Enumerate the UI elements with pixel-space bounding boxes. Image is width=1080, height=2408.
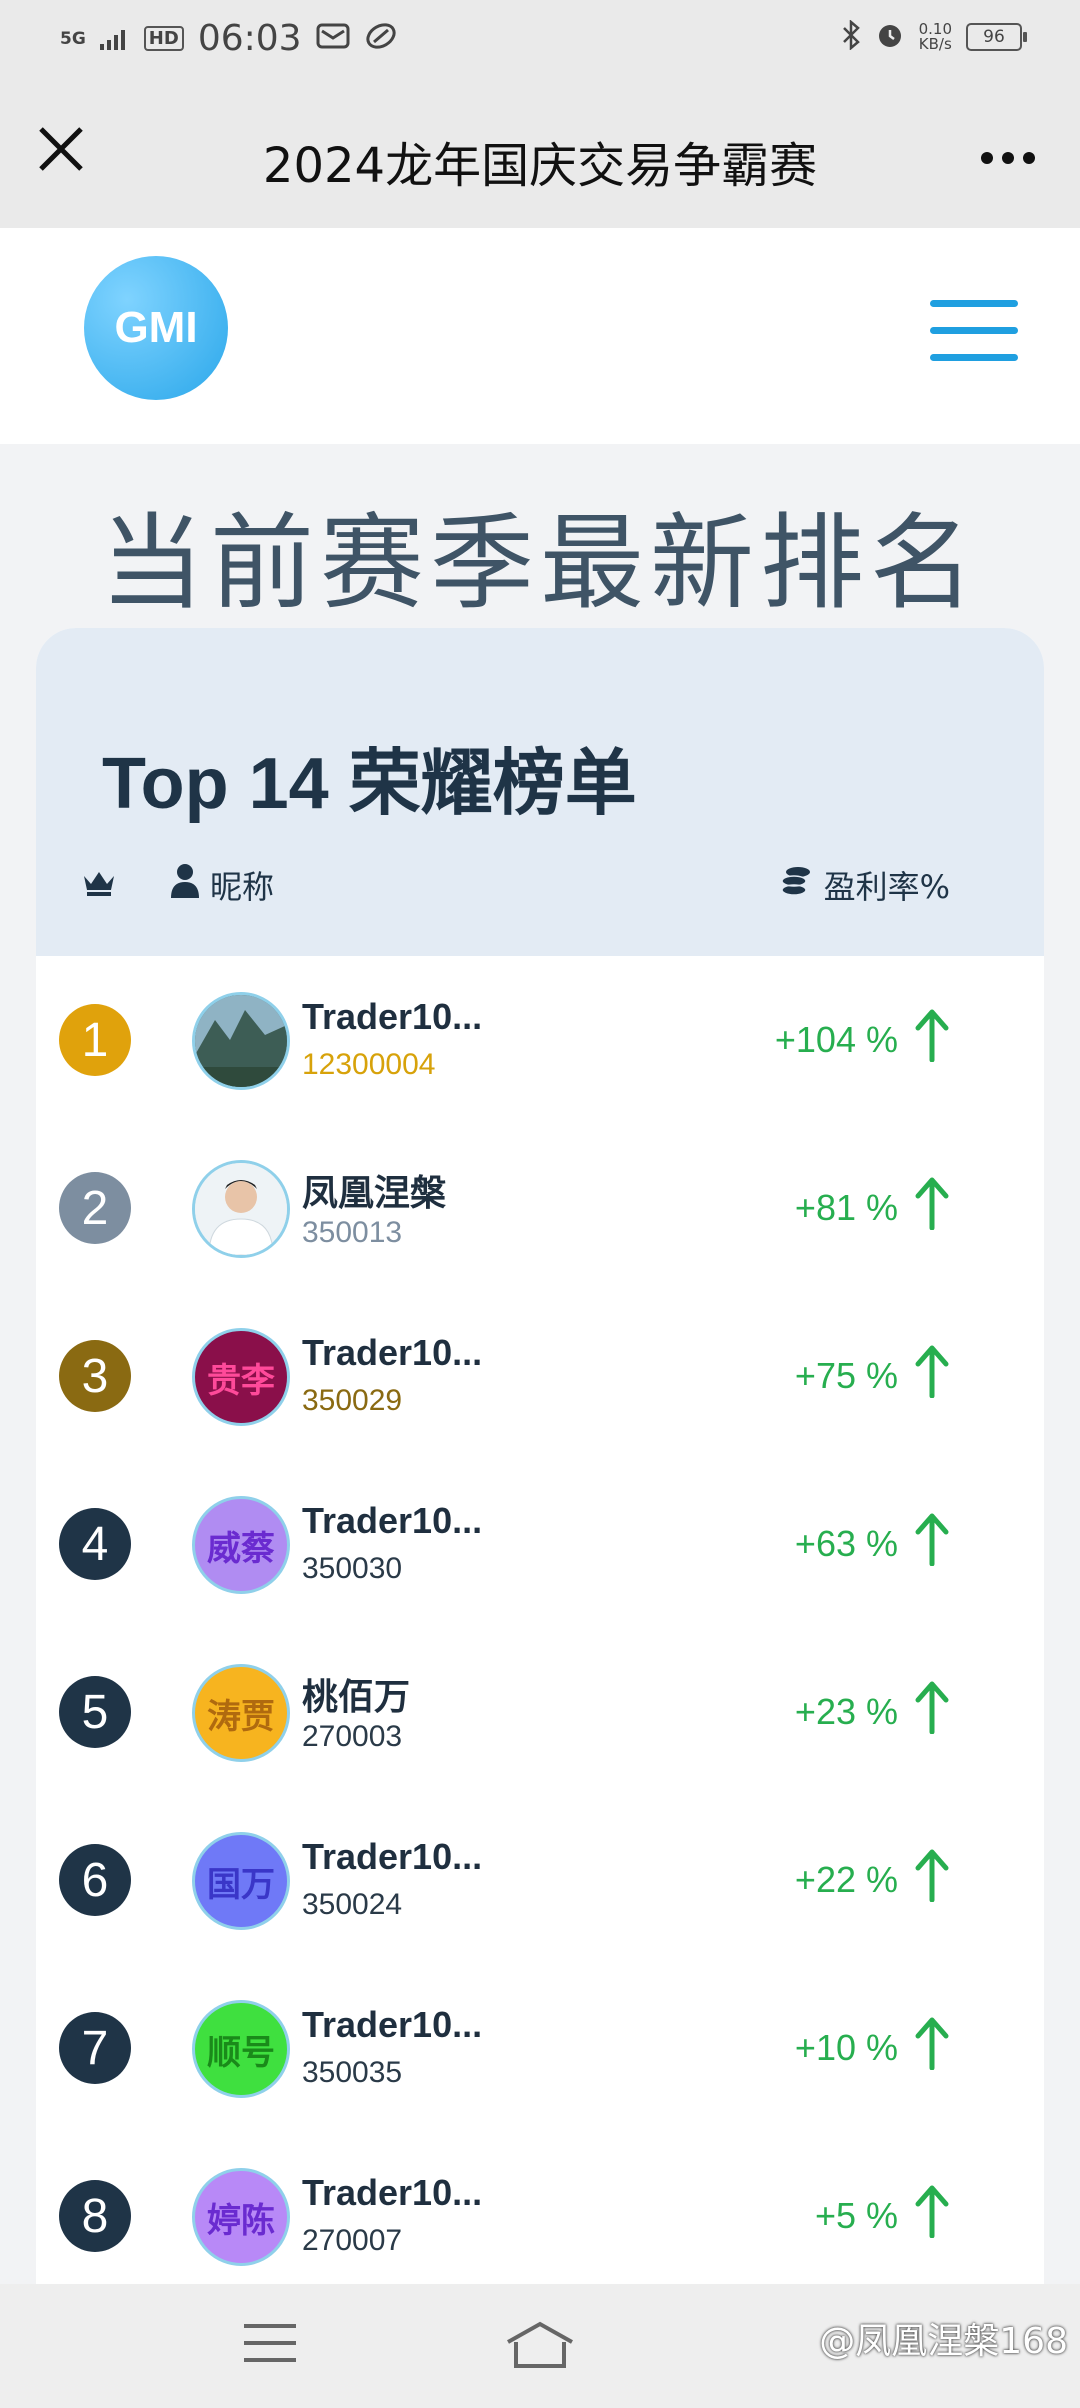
more-options-icon[interactable] xyxy=(980,134,1036,165)
profit-value: +23 % xyxy=(794,1690,898,1732)
arrow-up-icon xyxy=(914,2184,950,2247)
nickname-column-header: 昵称 xyxy=(170,862,274,908)
app-notification-icon xyxy=(364,18,398,59)
user-nickname: Trader10... xyxy=(302,2004,483,2045)
profit-column-header: 盈利率% xyxy=(780,862,950,908)
system-navigation-bar: @凤凰涅槃168 xyxy=(0,2284,1080,2408)
page-title: 2024龙年国庆交易争霸赛 xyxy=(262,138,818,194)
arrow-up-icon xyxy=(914,1344,950,1407)
hd-badge: HD xyxy=(143,26,184,51)
site-header: GMI xyxy=(0,228,1080,444)
alarm-icon xyxy=(875,20,905,54)
leaderboard-row[interactable]: 2 凤凰涅槃 350013 +81 % xyxy=(36,1124,1044,1292)
rank-badge: 3 xyxy=(59,1340,131,1412)
user-avatar[interactable] xyxy=(192,992,290,1090)
user-icon xyxy=(170,863,200,907)
crown-icon xyxy=(82,868,116,900)
user-id: 270003 xyxy=(302,1720,403,1753)
user-nickname: Trader10... xyxy=(302,2172,483,2213)
network-indicator: 5G xyxy=(60,28,86,49)
profit-rate: +22 % xyxy=(795,1848,950,1911)
arrow-up-icon xyxy=(914,1176,950,1239)
leaderboard-row[interactable]: 3 贵李 Trader10... 350029 +75 % xyxy=(36,1292,1044,1460)
user-id: 12300004 xyxy=(302,1048,436,1081)
hamburger-menu-icon[interactable] xyxy=(930,300,1018,372)
user-nickname: 桃佰万 xyxy=(302,1676,411,1717)
coins-icon xyxy=(780,865,812,905)
recent-apps-icon[interactable] xyxy=(244,2324,296,2375)
battery-icon: 96 xyxy=(966,23,1027,51)
navigation-bar: 2024龙年国庆交易争霸赛 xyxy=(0,84,1080,228)
user-avatar[interactable]: 贵李 xyxy=(192,1328,290,1426)
rank-badge: 4 xyxy=(59,1508,131,1580)
user-avatar[interactable]: 涛贾 xyxy=(192,1664,290,1762)
leaderboard-row[interactable]: 1 Trader10... 12300004 +104 % xyxy=(36,956,1044,1124)
status-bar: 5G HD 06:03 0.10 KB/s 96 xyxy=(0,0,1080,84)
user-nickname: Trader10... xyxy=(302,996,483,1037)
user-id: 350035 xyxy=(302,2056,403,2089)
profit-label: 盈利率% xyxy=(823,868,950,906)
profit-rate: +104 % xyxy=(775,1008,950,1071)
clock: 06:03 xyxy=(197,18,302,59)
profit-rate: +81 % xyxy=(795,1176,950,1239)
profit-rate: +10 % xyxy=(795,2016,950,2079)
rank-badge: 2 xyxy=(59,1172,131,1244)
section-title: 当前赛季最新排名 xyxy=(99,502,980,624)
user-id: 350013 xyxy=(302,1216,403,1249)
bluetooth-icon xyxy=(841,19,861,54)
profit-value: +75 % xyxy=(794,1354,898,1396)
rank-badge: 1 xyxy=(59,1004,131,1076)
profit-value: +104 % xyxy=(774,1018,898,1060)
user-id: 270007 xyxy=(302,2224,403,2257)
user-id: 350030 xyxy=(302,1552,403,1585)
profit-value: +22 % xyxy=(794,1858,898,1900)
rank-badge: 8 xyxy=(59,2180,131,2252)
arrow-up-icon xyxy=(914,1512,950,1575)
user-nickname: Trader10... xyxy=(302,1332,483,1373)
leaderboard-title: Top 14 荣耀榜单 xyxy=(102,744,637,824)
leaderboard-row[interactable]: 6 国万 Trader10... 350024 +22 % xyxy=(36,1796,1044,1964)
leaderboard-header: Top 14 荣耀榜单 昵称 盈利率% xyxy=(36,628,1044,956)
watermark: @凤凰涅槃168 xyxy=(819,2321,1068,2362)
leaderboard-row[interactable]: 7 顺号 Trader10... 350035 +10 % xyxy=(36,1964,1044,2132)
rank-badge: 5 xyxy=(59,1676,131,1748)
nickname-label: 昵称 xyxy=(210,868,275,906)
signal-icon xyxy=(99,18,130,59)
user-avatar[interactable]: 威蔡 xyxy=(192,1496,290,1594)
rank-badge: 7 xyxy=(59,2012,131,2084)
user-avatar[interactable]: 国万 xyxy=(192,1832,290,1930)
leaderboard-list: 1 Trader10... 12300004 +104 % 2 凤凰涅槃 350013 +81… xyxy=(36,956,1044,2300)
user-nickname: Trader10... xyxy=(302,1836,483,1877)
profit-rate: +23 % xyxy=(795,1680,950,1743)
profit-value: +81 % xyxy=(794,1186,898,1228)
network-speed: 0.10 KB/s xyxy=(918,20,952,53)
leaderboard-row[interactable]: 5 涛贾 桃佰万 270003 +23 % xyxy=(36,1628,1044,1796)
rank-badge: 6 xyxy=(59,1844,131,1916)
profit-rate: +75 % xyxy=(795,1344,950,1407)
user-avatar[interactable]: 婷陈 xyxy=(192,2168,290,2266)
leaderboard-row[interactable]: 4 威蔡 Trader10... 350030 +63 % xyxy=(36,1460,1044,1628)
profit-value: +5 % xyxy=(814,2194,898,2236)
home-icon[interactable] xyxy=(504,2320,576,2374)
profit-rate: +63 % xyxy=(795,1512,950,1575)
profit-value: +63 % xyxy=(794,1522,898,1564)
user-nickname: 凤凰涅槃 xyxy=(302,1172,447,1213)
arrow-up-icon xyxy=(914,1008,950,1071)
leaderboard-row[interactable]: 8 婷陈 Trader10... 270007 +5 % xyxy=(36,2132,1044,2300)
arrow-up-icon xyxy=(914,1848,950,1911)
user-id: 350024 xyxy=(302,1888,403,1921)
arrow-up-icon xyxy=(914,2016,950,2079)
user-avatar[interactable]: 顺号 xyxy=(192,2000,290,2098)
user-avatar[interactable] xyxy=(192,1160,290,1258)
profit-rate: +5 % xyxy=(815,2184,950,2247)
leaderboard-card: Top 14 荣耀榜单 昵称 盈利率% 1 Trader10... 12300004… xyxy=(36,628,1044,2328)
gmi-logo[interactable]: GMI xyxy=(84,256,228,400)
arrow-up-icon xyxy=(914,1680,950,1743)
user-nickname: Trader10... xyxy=(302,1500,483,1541)
user-id: 350029 xyxy=(302,1384,403,1417)
mail-icon xyxy=(316,18,350,59)
profit-value: +10 % xyxy=(794,2026,898,2068)
